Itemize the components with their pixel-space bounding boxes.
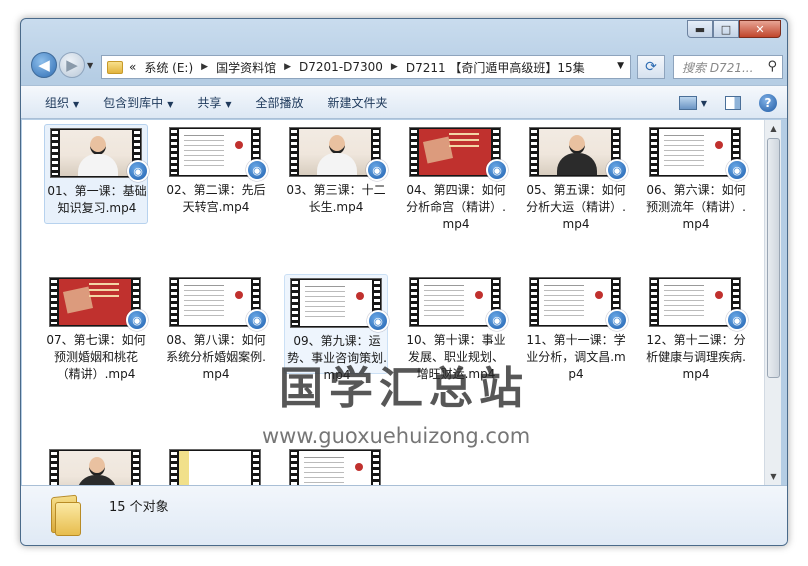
folder-icon bbox=[47, 494, 83, 536]
change-view-icon[interactable] bbox=[678, 96, 697, 110]
help-icon[interactable]: ? bbox=[759, 94, 777, 112]
scroll-down-icon[interactable]: ▼ bbox=[765, 468, 782, 485]
include-library-menu[interactable]: 包含到库中 ▼ bbox=[103, 94, 173, 111]
file-name: 08、第八课：如何系统分析婚姻案例.mp4 bbox=[166, 333, 266, 381]
file-name: 05、第五课：如何分析大运（精讲）.mp4 bbox=[526, 183, 626, 231]
breadcrumb-range[interactable]: D7201-D7300 bbox=[299, 60, 383, 74]
file-item[interactable] bbox=[284, 446, 388, 485]
media-player-icon: ◉ bbox=[486, 309, 508, 331]
file-name: 04、第四课：如何分析命宫（精讲）.mp4 bbox=[406, 183, 506, 231]
maximize-button[interactable]: □ bbox=[713, 20, 739, 38]
item-count: 15 个对象 bbox=[109, 500, 169, 515]
file-name: 01、第一课：基础知识复习.mp4 bbox=[47, 184, 147, 215]
forward-arrow-icon: ▶ bbox=[66, 56, 78, 74]
address-dropdown-icon[interactable]: ▼ bbox=[617, 61, 624, 71]
file-item[interactable]: ◉ 11、第十一课：学业分析，调文昌.mp4 bbox=[524, 274, 628, 381]
search-icon[interactable]: ⚲ bbox=[767, 59, 777, 74]
minimize-button[interactable]: ▬ bbox=[687, 20, 713, 38]
scroll-up-icon[interactable]: ▲ bbox=[765, 120, 782, 137]
new-folder-button[interactable]: 新建文件夹 bbox=[328, 94, 388, 111]
view-controls: ▼ ? bbox=[678, 86, 787, 120]
file-item[interactable]: ◉ 05、第五课：如何分析大运（精讲）.mp4 bbox=[524, 124, 628, 231]
file-name: 11、第十一课：学业分析，调文昌.mp4 bbox=[526, 333, 626, 381]
file-name: 02、第二课：先后天转宫.mp4 bbox=[166, 183, 266, 214]
file-item[interactable]: ◉ 04、第四课：如何分析命宫（精讲）.mp4 bbox=[404, 124, 508, 231]
video-thumbnail bbox=[289, 449, 381, 485]
media-player-icon: ◉ bbox=[726, 309, 748, 331]
refresh-button[interactable]: ⟳ bbox=[637, 55, 665, 79]
close-button[interactable]: ✕ bbox=[739, 20, 781, 38]
file-item[interactable] bbox=[164, 446, 268, 485]
search-input[interactable]: 搜索 D721... ⚲ bbox=[673, 55, 783, 79]
explorer-window: ▬ □ ✕ ◀ ▶ ▼ « 系统 (E:) ▶ 国学资料馆 ▶ D7201-D7… bbox=[20, 18, 788, 546]
media-player-icon: ◉ bbox=[726, 159, 748, 181]
file-name: 12、第十二课：分析健康与调理疾病.mp4 bbox=[646, 333, 746, 381]
scrollbar-thumb[interactable] bbox=[767, 138, 780, 378]
navigation-bar: ◀ ▶ ▼ « 系统 (E:) ▶ 国学资料馆 ▶ D7201-D7300 ▶ … bbox=[27, 49, 783, 79]
folder-icon bbox=[107, 60, 123, 74]
media-player-icon: ◉ bbox=[246, 309, 268, 331]
chevron-right-icon[interactable]: ▶ bbox=[284, 62, 291, 72]
media-player-icon: ◉ bbox=[126, 309, 148, 331]
file-item[interactable]: ◉ 01、第一课：基础知识复习.mp4 bbox=[44, 124, 149, 224]
media-player-icon: ◉ bbox=[127, 160, 149, 182]
file-item[interactable]: ◉ 02、第二课：先后天转宫.mp4 bbox=[164, 124, 268, 224]
file-item[interactable]: ◉ 03、第三课：十二长生.mp4 bbox=[284, 124, 388, 224]
chevron-right-icon[interactable]: ▶ bbox=[201, 62, 208, 72]
vertical-scrollbar[interactable]: ▲ ▼ bbox=[764, 120, 781, 485]
play-all-button[interactable]: 全部播放 bbox=[256, 94, 304, 111]
breadcrumb-current[interactable]: D7211 【奇门遁甲高级班】15集 bbox=[406, 59, 585, 76]
chevron-right-icon[interactable]: ▶ bbox=[391, 62, 398, 72]
preview-pane-icon[interactable] bbox=[725, 96, 741, 110]
share-menu[interactable]: 共享 ▼ bbox=[197, 94, 231, 111]
file-name: 07、第七课：如何预测婚姻和桃花（精讲）.mp4 bbox=[46, 333, 146, 381]
search-placeholder: 搜索 D721... bbox=[682, 60, 754, 75]
media-player-icon: ◉ bbox=[606, 159, 628, 181]
watermark-title: 国学汇总站 bbox=[279, 363, 529, 414]
recent-pages-dropdown[interactable]: ▼ bbox=[87, 61, 93, 70]
watermark-url: www.guoxuehuizong.com bbox=[262, 424, 531, 448]
forward-button[interactable]: ▶ bbox=[59, 52, 85, 78]
media-player-icon: ◉ bbox=[367, 310, 389, 332]
refresh-icon: ⟳ bbox=[645, 59, 657, 75]
file-item[interactable]: ◉ 12、第十二课：分析健康与调理疾病.mp4 bbox=[644, 274, 748, 381]
file-name: 03、第三课：十二长生.mp4 bbox=[286, 183, 386, 214]
file-item[interactable]: ◉ 08、第八课：如何系统分析婚姻案例.mp4 bbox=[164, 274, 268, 381]
details-pane: 15 个对象 bbox=[21, 485, 787, 545]
media-player-icon: ◉ bbox=[246, 159, 268, 181]
command-bar: 组织 ▼ 包含到库中 ▼ 共享 ▼ 全部播放 新建文件夹 ▼ ? bbox=[21, 85, 787, 120]
back-button[interactable]: ◀ bbox=[31, 52, 57, 78]
caption-buttons: ▬ □ ✕ bbox=[687, 20, 781, 38]
file-list[interactable]: ◉ 01、第一课：基础知识复习.mp4 ◉ 02、第二课：先后天转宫.mp4 ◉… bbox=[22, 120, 764, 485]
file-name: 06、第六课：如何预测流年（精讲）.mp4 bbox=[646, 183, 746, 231]
back-arrow-icon: ◀ bbox=[38, 56, 50, 74]
breadcrumb-drive[interactable]: 系统 (E:) bbox=[144, 59, 193, 76]
video-thumbnail bbox=[169, 449, 261, 485]
media-player-icon: ◉ bbox=[486, 159, 508, 181]
media-player-icon: ◉ bbox=[606, 309, 628, 331]
video-thumbnail bbox=[49, 449, 141, 485]
breadcrumb-overflow[interactable]: « bbox=[129, 60, 136, 74]
file-item[interactable]: ◉ 06、第六课：如何预测流年（精讲）.mp4 bbox=[644, 124, 748, 231]
organize-menu[interactable]: 组织 ▼ bbox=[45, 94, 79, 111]
media-player-icon: ◉ bbox=[366, 159, 388, 181]
address-bar[interactable]: « 系统 (E:) ▶ 国学资料馆 ▶ D7201-D7300 ▶ D7211 … bbox=[101, 55, 631, 79]
file-item[interactable] bbox=[44, 446, 148, 485]
breadcrumb-guoxue[interactable]: 国学资料馆 bbox=[216, 59, 276, 76]
file-item[interactable]: ◉ 07、第七课：如何预测婚姻和桃花（精讲）.mp4 bbox=[44, 274, 148, 381]
view-options-dropdown[interactable]: ▼ bbox=[701, 99, 707, 108]
